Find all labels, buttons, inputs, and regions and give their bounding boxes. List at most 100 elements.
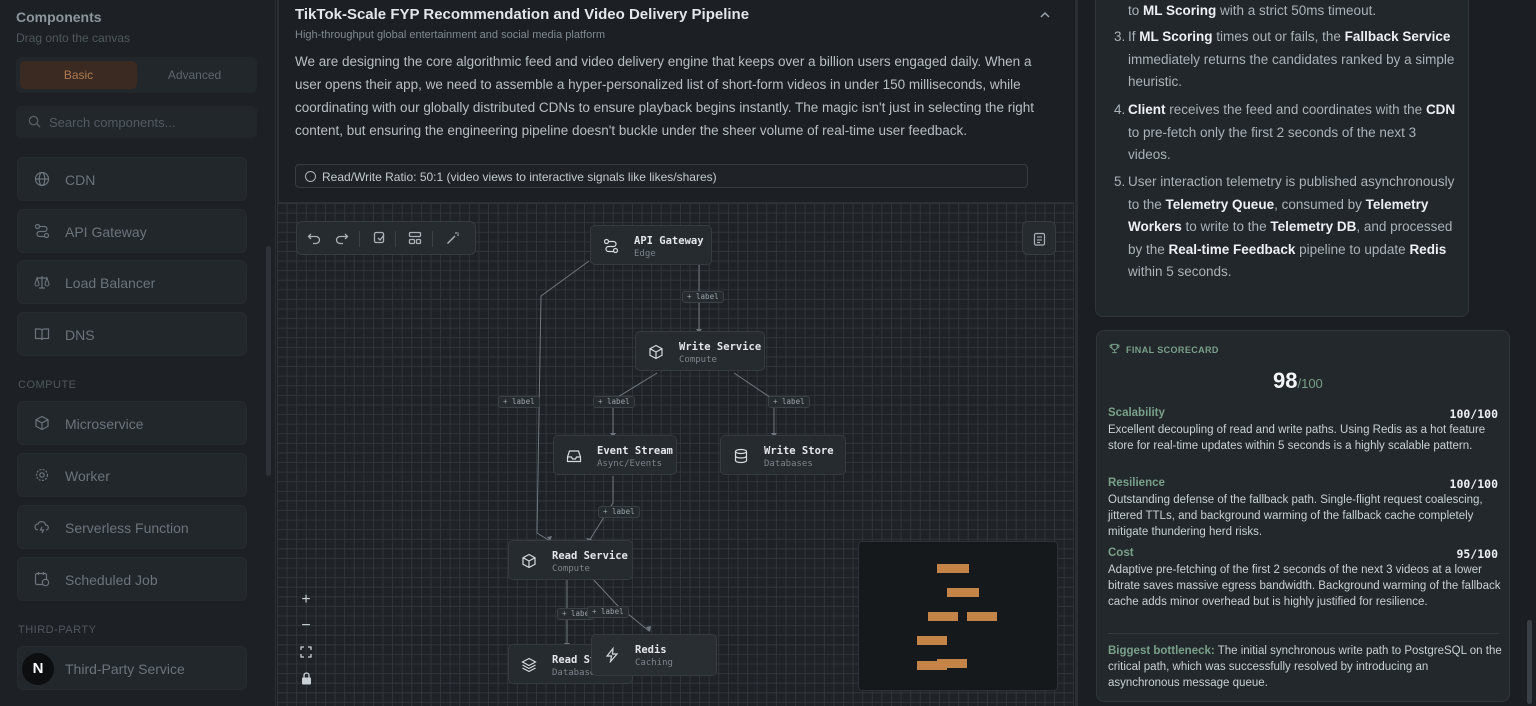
node-title: Read St	[552, 654, 597, 666]
lock-icon[interactable]	[301, 672, 312, 685]
magic-wand-icon[interactable]	[446, 231, 460, 245]
node-subtitle: Compute	[552, 564, 590, 574]
panel-divider[interactable]	[1075, 0, 1078, 706]
step-text: receives the feed and coordinates with t…	[1165, 102, 1426, 117]
edge-label[interactable]: + label	[768, 396, 810, 408]
component-scheduled-job[interactable]: Scheduled Job	[17, 557, 247, 601]
scorecard-heading: FINAL SCORECARD	[1126, 345, 1219, 355]
globe-icon	[34, 171, 50, 187]
component-label: Serverless Function	[65, 520, 189, 536]
minimap[interactable]	[858, 541, 1058, 691]
route-icon	[34, 223, 50, 239]
component-serverless-function[interactable]: Serverless Function	[17, 505, 247, 549]
node-write-store[interactable]: Write Store Databases	[720, 435, 846, 475]
duplicate-icon[interactable]	[373, 231, 387, 245]
criterion-name: Resilience	[1108, 477, 1165, 489]
box-icon	[522, 553, 536, 569]
undo-icon[interactable]	[307, 231, 321, 245]
criterion-name: Cost	[1108, 547, 1134, 559]
node-read-service[interactable]: Read Service Compute	[508, 540, 633, 580]
edge-label[interactable]: + label	[682, 291, 724, 303]
step-text: with a strict 50ms timeout.	[1216, 3, 1377, 18]
zap-icon	[605, 647, 619, 663]
component-third-party-service[interactable]: N Third-Party Service	[17, 646, 247, 690]
total-score: 98/100	[1273, 368, 1323, 393]
zoom-in-button[interactable]: +	[295, 589, 317, 611]
node-event-stream[interactable]: Event Stream Async/Events	[553, 435, 677, 475]
step-text: pipeline to update	[1295, 241, 1410, 257]
toolbar-separator	[395, 231, 396, 247]
component-worker[interactable]: Worker	[17, 453, 247, 497]
tab-advanced[interactable]: Advanced	[136, 61, 253, 89]
third-party-logo: N	[22, 653, 54, 685]
notes-button[interactable]	[1022, 221, 1056, 255]
component-mention: Telemetry Queue	[1165, 196, 1275, 212]
solution-steps-card: to ML Scoring with a strict 50ms timeout…	[1095, 0, 1469, 317]
route-icon	[603, 238, 619, 254]
design-canvas[interactable]: + label + label + label + label + label …	[277, 202, 1074, 706]
node-api-gateway[interactable]: API Gateway Edge	[590, 225, 712, 265]
component-mention: Fallback Service	[1344, 29, 1451, 44]
step-text: times out or fails, the	[1212, 29, 1345, 44]
component-cdn[interactable]: CDN	[17, 157, 247, 201]
edge-label[interactable]: + label	[593, 396, 635, 408]
chevron-up-icon[interactable]	[1039, 9, 1051, 21]
criterion-description: Excellent decoupling of read and write p…	[1108, 424, 1486, 452]
component-api-gateway[interactable]: API Gateway	[17, 209, 247, 253]
step-text: If	[1128, 29, 1140, 44]
search-icon	[28, 115, 41, 128]
edge-gateway-read	[536, 260, 590, 542]
zoom-out-button[interactable]: −	[295, 615, 317, 637]
circle-icon	[305, 171, 316, 182]
edge-label[interactable]: + label	[498, 396, 540, 408]
fit-view-icon[interactable]	[300, 646, 312, 658]
trophy-icon	[1109, 343, 1120, 354]
layers-icon	[521, 657, 537, 673]
component-load-balancer[interactable]: Load Balancer	[17, 260, 247, 304]
sidebar-scrollbar[interactable]	[266, 246, 271, 476]
search-input[interactable]: Search components...	[16, 106, 257, 138]
search-placeholder: Search components...	[49, 115, 176, 130]
results-scrollbar[interactable]	[1527, 620, 1532, 704]
inbox-icon	[566, 450, 582, 463]
redo-icon[interactable]	[335, 231, 349, 245]
step-text: , consumed by	[1274, 196, 1366, 212]
box-icon	[35, 415, 49, 431]
component-label: Worker	[65, 468, 110, 484]
component-label: Scheduled Job	[65, 572, 158, 588]
tab-basic[interactable]: Basic	[20, 61, 137, 89]
node-write-service[interactable]: Write Service Compute	[635, 331, 765, 371]
criterion-score: 100/100	[1449, 477, 1498, 491]
edge-read-redis	[591, 577, 650, 632]
node-title: Event Stream	[597, 445, 673, 457]
component-label: CDN	[65, 172, 96, 188]
criterion-score: 95/100	[1456, 547, 1498, 561]
node-title: Read Service	[552, 550, 628, 562]
layout-icon[interactable]	[408, 231, 422, 245]
component-label: DNS	[65, 327, 95, 343]
component-label: Third-Party Service	[65, 661, 185, 677]
node-redis[interactable]: Redis Caching	[591, 634, 717, 676]
component-mention: Client	[1128, 102, 1166, 117]
component-mention: ML Scoring	[1139, 29, 1213, 44]
biggest-bottleneck: Biggest bottleneck: The initial synchron…	[1108, 645, 1502, 689]
component-mention: Telemetry DB	[1270, 219, 1357, 234]
criterion-description: Outstanding defense of the fallback path…	[1108, 494, 1483, 538]
book-icon	[34, 328, 50, 341]
tab-switcher: Basic Advanced	[16, 57, 257, 93]
edge-label[interactable]: + label	[587, 606, 629, 618]
problem-title: TikTok-Scale FYP Recommendation and Vide…	[295, 6, 750, 23]
component-microservice[interactable]: Microservice	[17, 401, 247, 445]
ratio-text: Read/Write Ratio: 50:1 (video views to i…	[322, 170, 717, 184]
criterion-description: Adaptive pre-fetching of the first 2 sec…	[1108, 564, 1501, 608]
scale-icon	[34, 276, 50, 289]
component-dns[interactable]: DNS	[17, 312, 247, 356]
section-third-party: THIRD-PARTY	[18, 624, 97, 636]
final-scorecard: FINAL SCORECARD 98/100 Scalability 100/1…	[1096, 330, 1510, 702]
minimap-node	[928, 612, 958, 621]
node-subtitle: Edge	[634, 249, 656, 259]
component-label: API Gateway	[65, 224, 147, 240]
minimap-node	[937, 564, 969, 573]
edge-label[interactable]: + label	[598, 506, 640, 518]
node-subtitle: Compute	[679, 355, 717, 365]
